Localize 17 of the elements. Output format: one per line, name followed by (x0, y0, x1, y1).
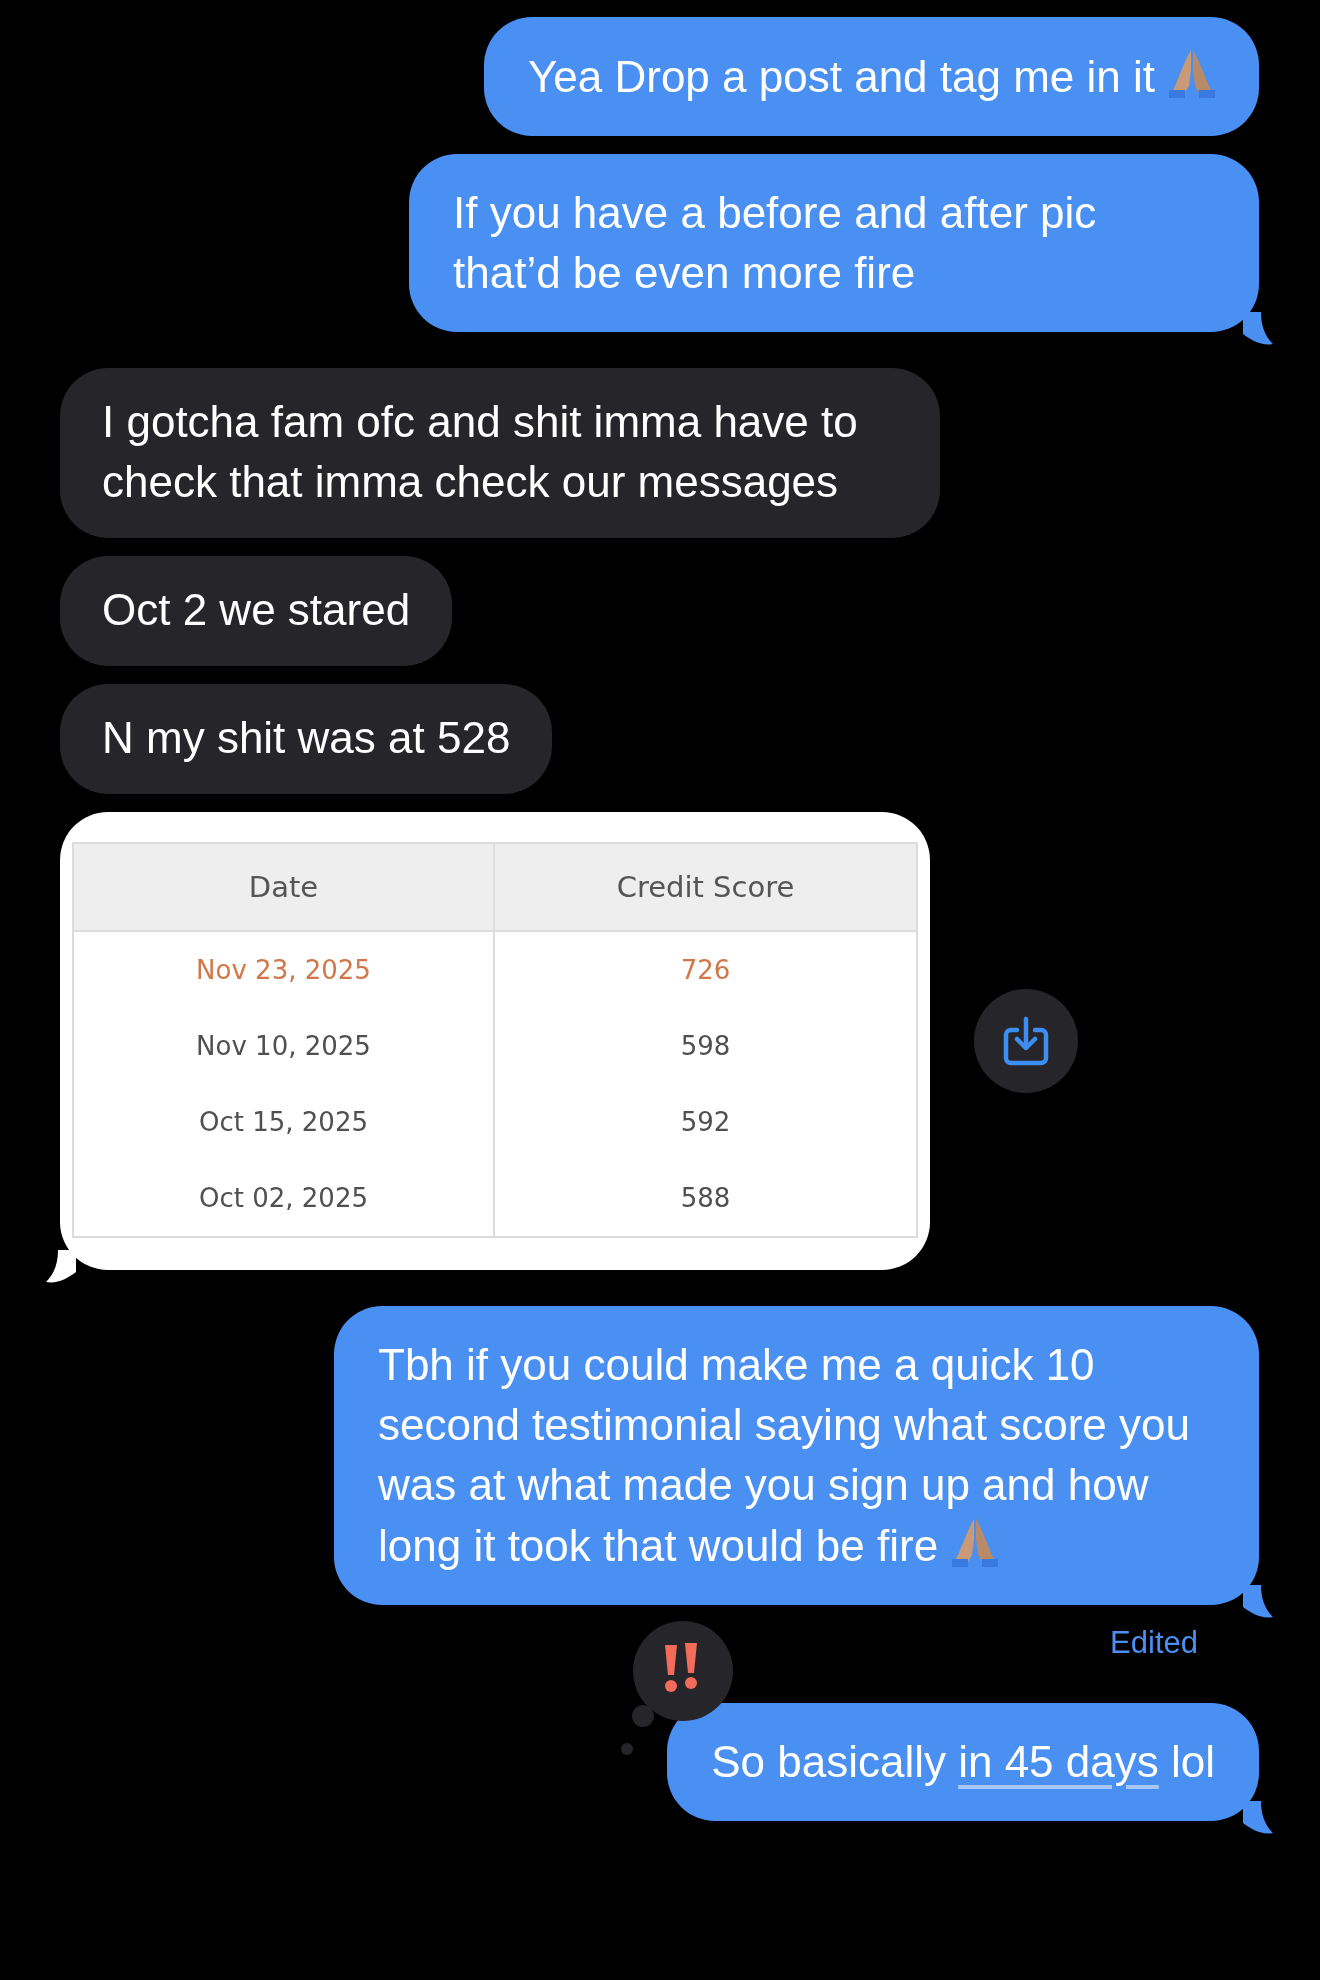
column-header: Credit Score (495, 844, 916, 932)
message-bubble: N my shit was at 528 (60, 684, 553, 794)
table-cell-text: 588 (679, 1182, 732, 1215)
column-header: Date (74, 844, 495, 932)
table-cell-text: 598 (679, 1030, 732, 1063)
table-cell: Oct 02, 2025 (74, 1160, 495, 1236)
table-cell: Oct 15, 2025 (74, 1084, 495, 1160)
table-cell: Nov 10, 2025 (74, 1008, 495, 1084)
edited-label: Edited (1110, 1625, 1198, 1661)
message-bubble: I gotcha fam ofc and shit imma have to check that imma check our messages (60, 368, 940, 538)
message-bubble: Oct 2 we stared (60, 556, 453, 666)
table-cell-text: 726 (679, 954, 732, 987)
date-link[interactable]: in 45 days (958, 1737, 1159, 1786)
table-cell: Nov 23, 2025 (74, 932, 495, 1008)
download-icon (1003, 1016, 1049, 1066)
table-cell-text: 592 (679, 1106, 732, 1139)
message-bubble: Yea Drop a post and tag me in it (484, 17, 1259, 136)
